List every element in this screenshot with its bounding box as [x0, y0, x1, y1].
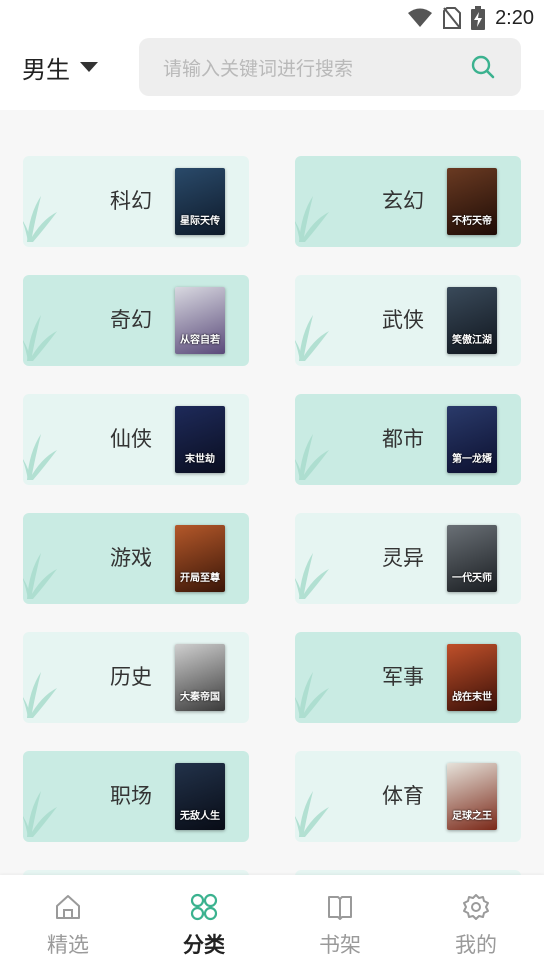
category-name: 游戏 [110, 546, 152, 570]
no-sim-icon [443, 7, 462, 29]
bookshelf-icon [328, 896, 352, 920]
category-name: 奇幻 [110, 308, 152, 332]
book-cover-title: 不朽天帝 [452, 216, 492, 227]
book-cover-title: 一代天师 [452, 573, 492, 584]
gender-selector[interactable]: 男生 [22, 50, 98, 84]
status-time: 2:20 [495, 6, 534, 29]
gender-label: 男生 [22, 55, 70, 84]
category-card[interactable]: 体育足球之王 [295, 751, 521, 842]
book-cover-title: 从容自若 [180, 335, 220, 346]
battery-charging-icon [471, 6, 486, 30]
leaf-decoration-icon [295, 315, 329, 361]
leaf-decoration-icon [295, 672, 329, 718]
leaf-decoration-icon [23, 672, 57, 718]
book-cover: 足球之王 [447, 763, 497, 830]
leaf-decoration-icon [23, 791, 57, 837]
category-card[interactable]: 灵异一代天师 [295, 513, 521, 604]
tab-featured-label: 精选 [47, 933, 89, 957]
book-cover-title: 足球之王 [452, 811, 492, 822]
book-cover: 第一龙婿 [447, 406, 497, 473]
category-card[interactable]: 职场无敌人生 [23, 751, 249, 842]
status-bar: 2:20 [0, 0, 544, 36]
book-cover: 星际天传 [175, 168, 225, 235]
category-name: 军事 [382, 665, 424, 689]
category-name: 职场 [110, 784, 152, 808]
tab-bookshelf-label: 书架 [319, 933, 361, 957]
leaf-decoration-icon [295, 553, 329, 599]
category-card[interactable]: 武侠笑傲江湖 [295, 275, 521, 366]
book-cover-title: 无敌人生 [180, 811, 220, 822]
book-cover-title: 大秦帝国 [180, 692, 220, 703]
gear-icon [463, 894, 489, 920]
category-icon [190, 893, 218, 921]
header: 男生 请输入关键词进行搜索 [0, 36, 544, 110]
category-card[interactable]: 都市第一龙婿 [295, 394, 521, 485]
category-name: 武侠 [382, 308, 424, 332]
home-icon [56, 895, 80, 919]
book-cover: 从容自若 [175, 287, 225, 354]
caret-down-icon [80, 62, 98, 72]
category-name: 体育 [382, 784, 424, 808]
book-cover-title: 战在末世 [452, 692, 492, 703]
book-cover-title: 开局至尊 [180, 573, 220, 584]
leaf-decoration-icon [295, 196, 329, 242]
leaf-decoration-icon [23, 553, 57, 599]
category-card[interactable]: 游戏开局至尊 [23, 513, 249, 604]
search-input[interactable]: 请输入关键词进行搜索 [139, 38, 521, 96]
search-icon[interactable] [471, 55, 495, 79]
book-cover: 一代天师 [447, 525, 497, 592]
category-card[interactable]: 科幻星际天传 [23, 156, 249, 247]
leaf-decoration-icon [23, 315, 57, 361]
status-icons: 2:20 [407, 6, 534, 30]
tab-mine[interactable]: 我的 [408, 875, 544, 974]
book-cover: 开局至尊 [175, 525, 225, 592]
category-name: 都市 [382, 427, 424, 451]
book-cover: 无敌人生 [175, 763, 225, 830]
leaf-decoration-icon [295, 434, 329, 480]
book-cover-title: 末世劫 [185, 454, 215, 465]
category-name: 科幻 [110, 189, 152, 213]
search-placeholder: 请输入关键词进行搜索 [163, 57, 354, 80]
book-cover: 末世劫 [175, 406, 225, 473]
category-card[interactable]: 奇幻从容自若 [23, 275, 249, 366]
category-name: 仙侠 [110, 427, 152, 451]
category-card[interactable]: 历史大秦帝国 [23, 632, 249, 723]
tab-bookshelf[interactable]: 书架 [272, 875, 408, 974]
category-card[interactable]: 军事战在末世 [295, 632, 521, 723]
category-name: 灵异 [382, 546, 424, 570]
leaf-decoration-icon [23, 196, 57, 242]
book-cover-title: 笑傲江湖 [452, 335, 492, 346]
category-card[interactable]: 玄幻不朽天帝 [295, 156, 521, 247]
tab-featured[interactable]: 精选 [0, 875, 136, 974]
book-cover-title: 星际天传 [180, 216, 220, 227]
bottom-tab-bar: 精选 分类 书架 我的 [0, 875, 544, 974]
category-name: 历史 [110, 665, 152, 689]
wifi-icon [408, 8, 433, 27]
leaf-decoration-icon [295, 791, 329, 837]
book-cover: 不朽天帝 [447, 168, 497, 235]
book-cover: 大秦帝国 [175, 644, 225, 711]
category-grid: 科幻 星际天传 玄幻 不朽天帝 奇幻 从容自若 武侠 笑傲江湖 仙侠 末世劫 都市 第一龙婿 游戏 开局至… [0, 110, 544, 875]
book-cover-title: 第一龙婿 [452, 454, 492, 465]
book-cover: 战在末世 [447, 644, 497, 711]
category-name: 玄幻 [382, 189, 424, 213]
book-cover: 笑傲江湖 [447, 287, 497, 354]
leaf-decoration-icon [23, 434, 57, 480]
tab-category[interactable]: 分类 [136, 875, 272, 974]
tab-category-label: 分类 [183, 933, 225, 957]
category-card[interactable]: 仙侠末世劫 [23, 394, 249, 485]
tab-mine-label: 我的 [455, 933, 497, 957]
